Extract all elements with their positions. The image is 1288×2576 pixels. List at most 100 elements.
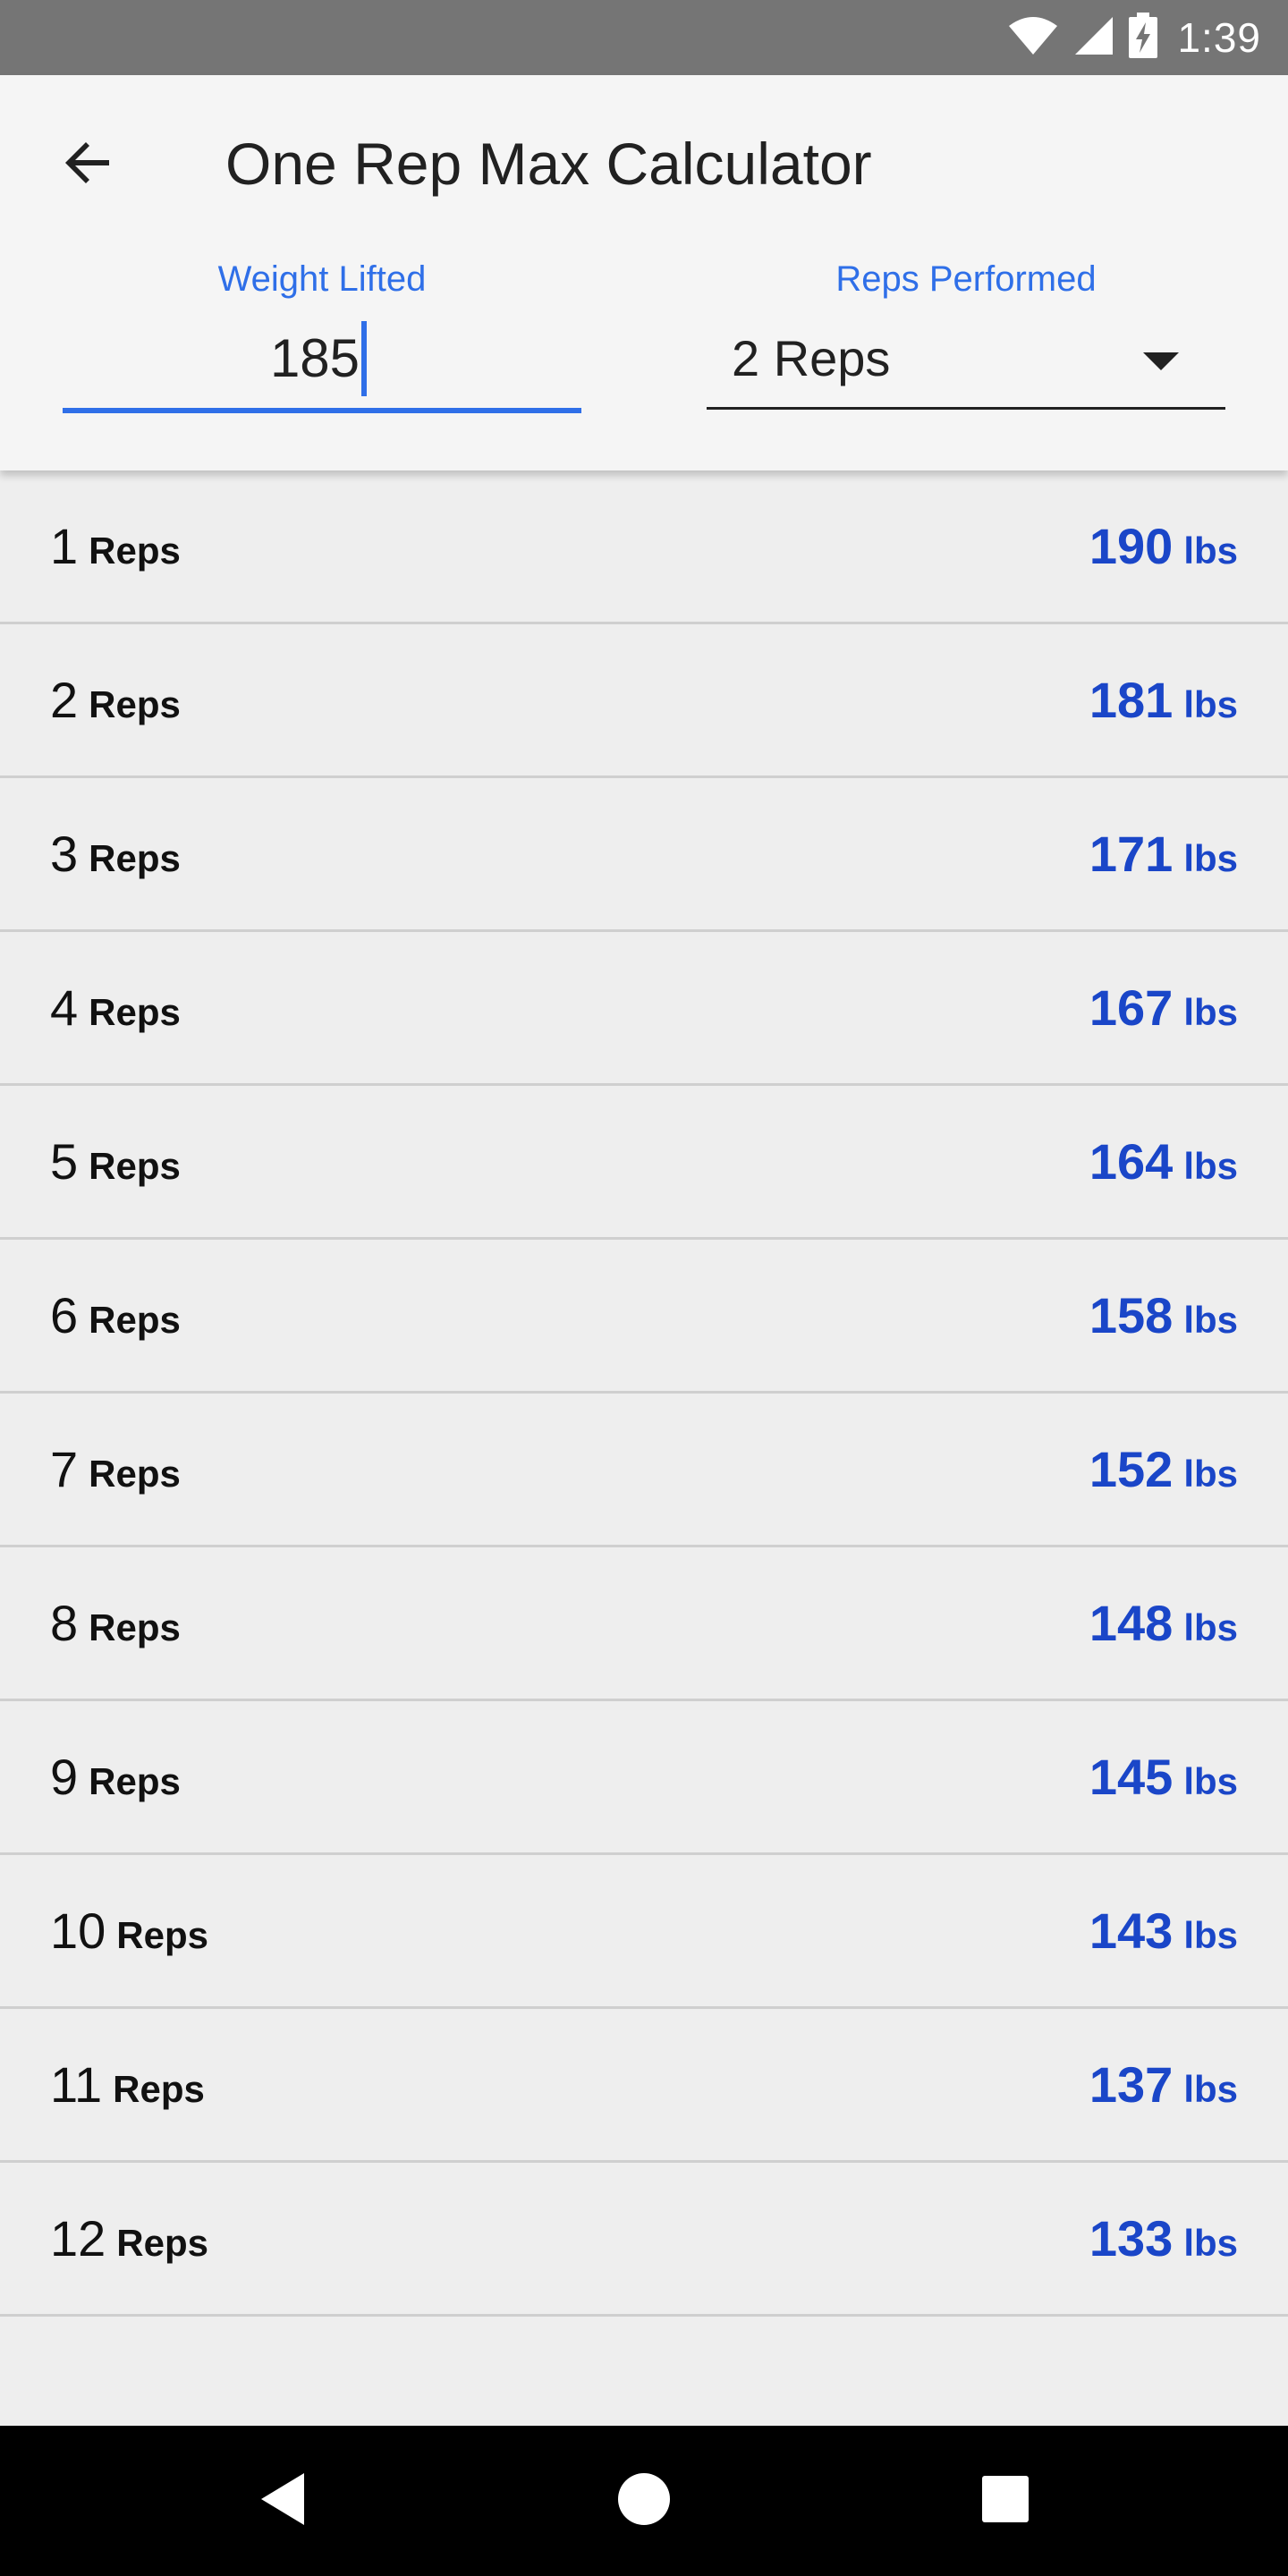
result-row[interactable]: 3 Reps 171 lbs — [0, 778, 1288, 932]
result-row[interactable]: 2 Reps 181 lbs — [0, 624, 1288, 778]
reps-label: 3 Reps — [50, 825, 181, 883]
weight-number: 143 — [1089, 1902, 1174, 1959]
weight-number: 167 — [1089, 979, 1174, 1036]
reps-label: 6 Reps — [50, 1286, 181, 1344]
reps-label: 2 Reps — [50, 671, 181, 729]
result-row[interactable]: 6 Reps 158 lbs — [0, 1240, 1288, 1394]
reps-unit: Reps — [89, 530, 181, 572]
status-time: 1:39 — [1177, 14, 1261, 61]
weight-lifted-text: 185 — [269, 327, 360, 388]
reps-label: 9 Reps — [50, 1748, 181, 1806]
navigation-bar — [0, 2426, 1288, 2576]
reps-unit: Reps — [89, 683, 181, 725]
reps-unit: Reps — [89, 1453, 181, 1495]
reps-label: 12 Reps — [50, 2209, 208, 2267]
result-row[interactable]: 10 Reps 143 lbs — [0, 1855, 1288, 2009]
estimated-weight: 167 lbs — [1089, 979, 1238, 1037]
estimated-weight: 171 lbs — [1089, 825, 1238, 883]
reps-label: 7 Reps — [50, 1440, 181, 1498]
reps-number: 1 — [50, 518, 79, 574]
weight-unit: lbs — [1183, 530, 1238, 572]
reps-label: 4 Reps — [50, 979, 181, 1037]
weight-number: 181 — [1089, 672, 1174, 728]
result-row[interactable]: 8 Reps 148 lbs — [0, 1547, 1288, 1701]
status-bar: 1:39 — [0, 0, 1288, 75]
reps-performed-value: 2 Reps — [732, 330, 891, 386]
estimated-weight: 143 lbs — [1089, 1902, 1238, 1960]
weight-number: 152 — [1089, 1441, 1174, 1497]
estimated-weight: 158 lbs — [1089, 1286, 1238, 1344]
weight-number: 164 — [1089, 1133, 1174, 1190]
reps-unit: Reps — [116, 2222, 208, 2264]
result-row[interactable]: 5 Reps 164 lbs — [0, 1086, 1288, 1240]
weight-number: 145 — [1089, 1749, 1174, 1805]
status-icons: 1:39 — [1007, 0, 1261, 75]
reps-number: 9 — [50, 1749, 79, 1805]
estimated-weight: 152 lbs — [1089, 1440, 1238, 1498]
reps-number: 11 — [50, 2056, 103, 2113]
weight-unit: lbs — [1183, 683, 1238, 725]
reps-unit: Reps — [89, 837, 181, 879]
nav-back-button[interactable] — [211, 2426, 354, 2576]
weight-number: 158 — [1089, 1287, 1174, 1343]
result-row[interactable]: 1 Reps 190 lbs — [0, 470, 1288, 624]
dropdown-arrow-icon — [1143, 352, 1179, 370]
reps-label: 5 Reps — [50, 1132, 181, 1191]
weight-unit: lbs — [1183, 1453, 1238, 1495]
reps-performed-label: Reps Performed — [835, 259, 1097, 299]
estimated-weight: 181 lbs — [1089, 671, 1238, 729]
estimated-weight: 137 lbs — [1089, 2055, 1238, 2114]
estimated-weight: 164 lbs — [1089, 1132, 1238, 1191]
weight-unit: lbs — [1183, 1914, 1238, 1956]
nav-recents-icon — [980, 2474, 1030, 2529]
wifi-icon — [1007, 15, 1059, 61]
weight-unit: lbs — [1183, 2068, 1238, 2110]
reps-number: 10 — [50, 1902, 106, 1959]
result-row[interactable]: 4 Reps 167 lbs — [0, 932, 1288, 1086]
weight-lifted-input[interactable]: 185 — [63, 317, 581, 413]
result-row[interactable]: 7 Reps 152 lbs — [0, 1394, 1288, 1547]
weight-unit: lbs — [1183, 1299, 1238, 1341]
nav-home-icon — [617, 2472, 671, 2530]
reps-number: 12 — [50, 2210, 106, 2267]
reps-unit: Reps — [89, 1299, 181, 1341]
reps-number: 3 — [50, 826, 79, 882]
weight-lifted-label: Weight Lifted — [217, 259, 427, 299]
reps-unit: Reps — [89, 991, 181, 1033]
weight-number: 133 — [1089, 2210, 1174, 2267]
weight-number: 137 — [1089, 2056, 1174, 2113]
page-title: One Rep Max Calculator — [225, 131, 872, 197]
reps-label: 8 Reps — [50, 1594, 181, 1652]
battery-charging-icon — [1127, 12, 1159, 64]
nav-home-button[interactable] — [572, 2426, 716, 2576]
weight-unit: lbs — [1183, 1145, 1238, 1187]
reps-performed-dropdown[interactable]: 2 Reps — [707, 317, 1225, 410]
reps-number: 6 — [50, 1287, 79, 1343]
result-row[interactable]: 11 Reps 137 lbs — [0, 2009, 1288, 2163]
reps-number: 8 — [50, 1595, 79, 1651]
estimated-weight: 145 lbs — [1089, 1748, 1238, 1806]
reps-label: 10 Reps — [50, 1902, 208, 1960]
result-row[interactable]: 9 Reps 145 lbs — [0, 1701, 1288, 1855]
weight-lifted-value: 185 — [269, 321, 374, 400]
reps-unit: Reps — [116, 1914, 208, 1956]
nav-recents-button[interactable] — [934, 2426, 1077, 2576]
weight-unit: lbs — [1183, 1606, 1238, 1648]
weight-unit: lbs — [1183, 991, 1238, 1033]
reps-unit: Reps — [89, 1145, 181, 1187]
cellular-signal-icon — [1072, 15, 1114, 61]
reps-unit: Reps — [89, 1760, 181, 1802]
estimated-weight: 133 lbs — [1089, 2209, 1238, 2267]
weight-unit: lbs — [1183, 1760, 1238, 1802]
weight-number: 190 — [1089, 518, 1174, 574]
result-row[interactable]: 12 Reps 133 lbs — [0, 2163, 1288, 2317]
reps-label: 1 Reps — [50, 517, 181, 575]
reps-number: 5 — [50, 1133, 79, 1190]
text-cursor — [361, 321, 368, 396]
reps-unit: Reps — [113, 2068, 205, 2110]
weight-unit: lbs — [1183, 837, 1238, 879]
weight-number: 148 — [1089, 1595, 1174, 1651]
arrow-back-icon — [61, 136, 114, 194]
back-button[interactable] — [43, 120, 132, 209]
nav-back-icon — [258, 2471, 308, 2531]
